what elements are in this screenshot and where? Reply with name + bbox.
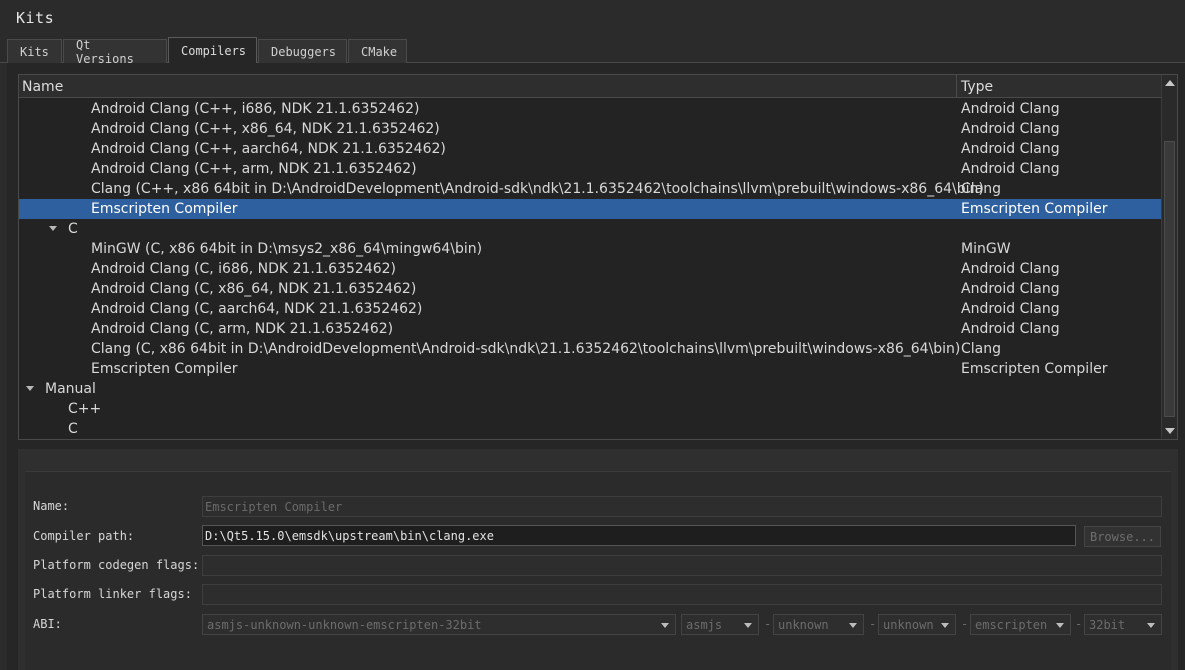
tab-qt-versions[interactable]: Qt Versions — [63, 38, 167, 66]
row-name: Emscripten Compiler — [91, 361, 238, 377]
row-type: Clang — [961, 181, 1002, 197]
tree-row[interactable]: Clang (C++, x86 64bit in D:\AndroidDevel… — [19, 179, 1163, 199]
abi-separator: - — [869, 617, 877, 631]
name-label: Name: — [33, 499, 70, 513]
abi-separator: - — [764, 617, 772, 631]
tab-cmake[interactable]: CMake — [348, 39, 407, 63]
row-name: MinGW (C, x86 64bit in D:\msys2_x86_64\m… — [91, 241, 483, 257]
page-title: Kits — [16, 9, 55, 27]
tree-row[interactable]: Emscripten Compiler Emscripten Compiler — [19, 359, 1163, 379]
chevron-down-icon — [941, 623, 949, 628]
expand-arrow-icon[interactable] — [26, 386, 34, 391]
chevron-down-icon — [744, 623, 752, 628]
abi-word-width-select[interactable]: 32bit — [1084, 614, 1162, 635]
tree-row[interactable]: MinGW (C, x86 64bit in D:\msys2_x86_64\m… — [19, 239, 1163, 259]
browse-button[interactable]: Browse... — [1084, 526, 1161, 547]
expand-arrow-icon[interactable] — [49, 226, 57, 231]
row-name: Emscripten Compiler — [91, 201, 238, 217]
scroll-down-icon[interactable] — [1165, 428, 1175, 434]
tree-rows: Android Clang (C++, i686, NDK 21.1.63524… — [19, 99, 1163, 439]
row-name: Android Clang (C, x86_64, NDK 21.1.63524… — [91, 281, 417, 297]
abi-separator: - — [1075, 617, 1083, 631]
row-type: Android Clang — [961, 281, 1060, 297]
tree-header: Name Type — [19, 75, 1163, 98]
row-name: Android Clang (C++, i686, NDK 21.1.63524… — [91, 101, 420, 117]
tree-row[interactable]: Android Clang (C, arm, NDK 21.1.6352462)… — [19, 319, 1163, 339]
tree-group-c[interactable]: C — [19, 219, 1163, 239]
row-name: Manual — [45, 381, 96, 397]
row-name: Android Clang (C++, x86_64, NDK 21.1.635… — [91, 121, 440, 137]
row-name: Android Clang (C, i686, NDK 21.1.6352462… — [91, 261, 396, 277]
abi-flavor-value: unknown — [883, 618, 934, 632]
tab-debuggers[interactable]: Debuggers — [258, 39, 347, 63]
abi-separator: - — [961, 617, 969, 631]
tab-compilers[interactable]: Compilers — [168, 37, 257, 63]
scrollbar-thumb[interactable] — [1164, 141, 1175, 417]
row-type: MinGW — [961, 241, 1011, 257]
compiler-path-label: Compiler path: — [33, 529, 135, 543]
row-type: Android Clang — [961, 101, 1060, 117]
platform-codegen-flags-label: Platform codegen flags: — [33, 558, 200, 572]
column-header-type[interactable]: Type — [961, 79, 993, 95]
tree-row[interactable]: Android Clang (C, x86_64, NDK 21.1.63524… — [19, 279, 1163, 299]
compiler-path-field[interactable]: D:\Qt5.15.0\emsdk\upstream\bin\clang.exe — [202, 525, 1076, 546]
row-name: Android Clang (C, arm, NDK 21.1.6352462) — [91, 321, 394, 337]
platform-linker-flags-field[interactable] — [202, 584, 1162, 605]
row-type: Android Clang — [961, 141, 1060, 157]
row-name: Android Clang (C, aarch64, NDK 21.1.6352… — [91, 301, 423, 317]
row-type: Android Clang — [961, 321, 1060, 337]
row-name: Android Clang (C++, arm, NDK 21.1.635246… — [91, 161, 417, 177]
row-name: C — [68, 221, 78, 237]
row-name: C++ — [68, 401, 102, 417]
abi-flavor-select[interactable]: unknown — [878, 614, 956, 635]
tab-bar: Kits Qt Versions Compilers Debuggers CMa… — [7, 37, 407, 66]
abi-os-select[interactable]: unknown — [773, 614, 864, 635]
tree-row[interactable]: Clang (C, x86 64bit in D:\AndroidDevelop… — [19, 339, 1163, 359]
name-field[interactable]: Emscripten Compiler — [202, 496, 1162, 517]
platform-codegen-flags-field[interactable] — [202, 555, 1162, 576]
chevron-down-icon — [661, 623, 669, 628]
abi-architecture-select[interactable]: asmjs — [681, 614, 759, 635]
abi-binary-format-select[interactable]: emscripten — [970, 614, 1071, 635]
row-name: C — [68, 421, 78, 437]
column-separator[interactable] — [956, 75, 957, 98]
row-type: Android Clang — [961, 261, 1060, 277]
abi-select[interactable]: asmjs-unknown-unknown-emscripten-32bit — [202, 614, 676, 635]
chevron-down-icon — [849, 623, 857, 628]
row-type: Clang — [961, 341, 1002, 357]
row-type: Emscripten Compiler — [961, 361, 1108, 377]
row-name: Clang (C, x86 64bit in D:\AndroidDevelop… — [91, 341, 961, 357]
abi-binary-format-value: emscripten — [975, 618, 1048, 632]
tree-row[interactable]: Android Clang (C, i686, NDK 21.1.6352462… — [19, 259, 1163, 279]
tree-row-selected[interactable]: Emscripten Compiler Emscripten Compiler — [19, 199, 1163, 219]
platform-linker-flags-label: Platform linker flags: — [33, 587, 192, 601]
abi-os-value: unknown — [778, 618, 829, 632]
row-name: Clang (C++, x86 64bit in D:\AndroidDevel… — [91, 181, 984, 197]
chevron-down-icon — [1056, 623, 1064, 628]
row-type: Android Clang — [961, 121, 1060, 137]
tree-row[interactable]: Android Clang (C++, x86_64, NDK 21.1.635… — [19, 119, 1163, 139]
row-type: Emscripten Compiler — [961, 201, 1108, 217]
abi-label: ABI: — [33, 617, 62, 631]
column-header-name[interactable]: Name — [22, 79, 63, 95]
scroll-up-icon[interactable] — [1165, 80, 1175, 86]
tree-row[interactable]: Android Clang (C++, arm, NDK 21.1.635246… — [19, 159, 1163, 179]
tree-group-manual-c[interactable]: C — [19, 419, 1163, 439]
row-type: Android Clang — [961, 301, 1060, 317]
chevron-down-icon — [1147, 623, 1155, 628]
row-name: Android Clang (C++, aarch64, NDK 21.1.63… — [91, 141, 446, 157]
abi-architecture-value: asmjs — [686, 618, 723, 632]
tab-kits[interactable]: Kits — [7, 39, 62, 63]
tree-row[interactable]: Android Clang (C++, aarch64, NDK 21.1.63… — [19, 139, 1163, 159]
row-type: Android Clang — [961, 161, 1060, 177]
abi-word-width-value: 32bit — [1089, 618, 1126, 632]
compilers-tree[interactable]: Name Type Android Clang (C++, i686, NDK … — [18, 74, 1178, 440]
tree-group-manual-cpp[interactable]: C++ — [19, 399, 1163, 419]
tree-group-manual[interactable]: Manual — [19, 379, 1163, 399]
vertical-scrollbar[interactable] — [1161, 75, 1177, 439]
tree-row[interactable]: Android Clang (C++, i686, NDK 21.1.63524… — [19, 99, 1163, 119]
abi-select-value: asmjs-unknown-unknown-emscripten-32bit — [207, 618, 482, 632]
tree-row[interactable]: Android Clang (C, aarch64, NDK 21.1.6352… — [19, 299, 1163, 319]
